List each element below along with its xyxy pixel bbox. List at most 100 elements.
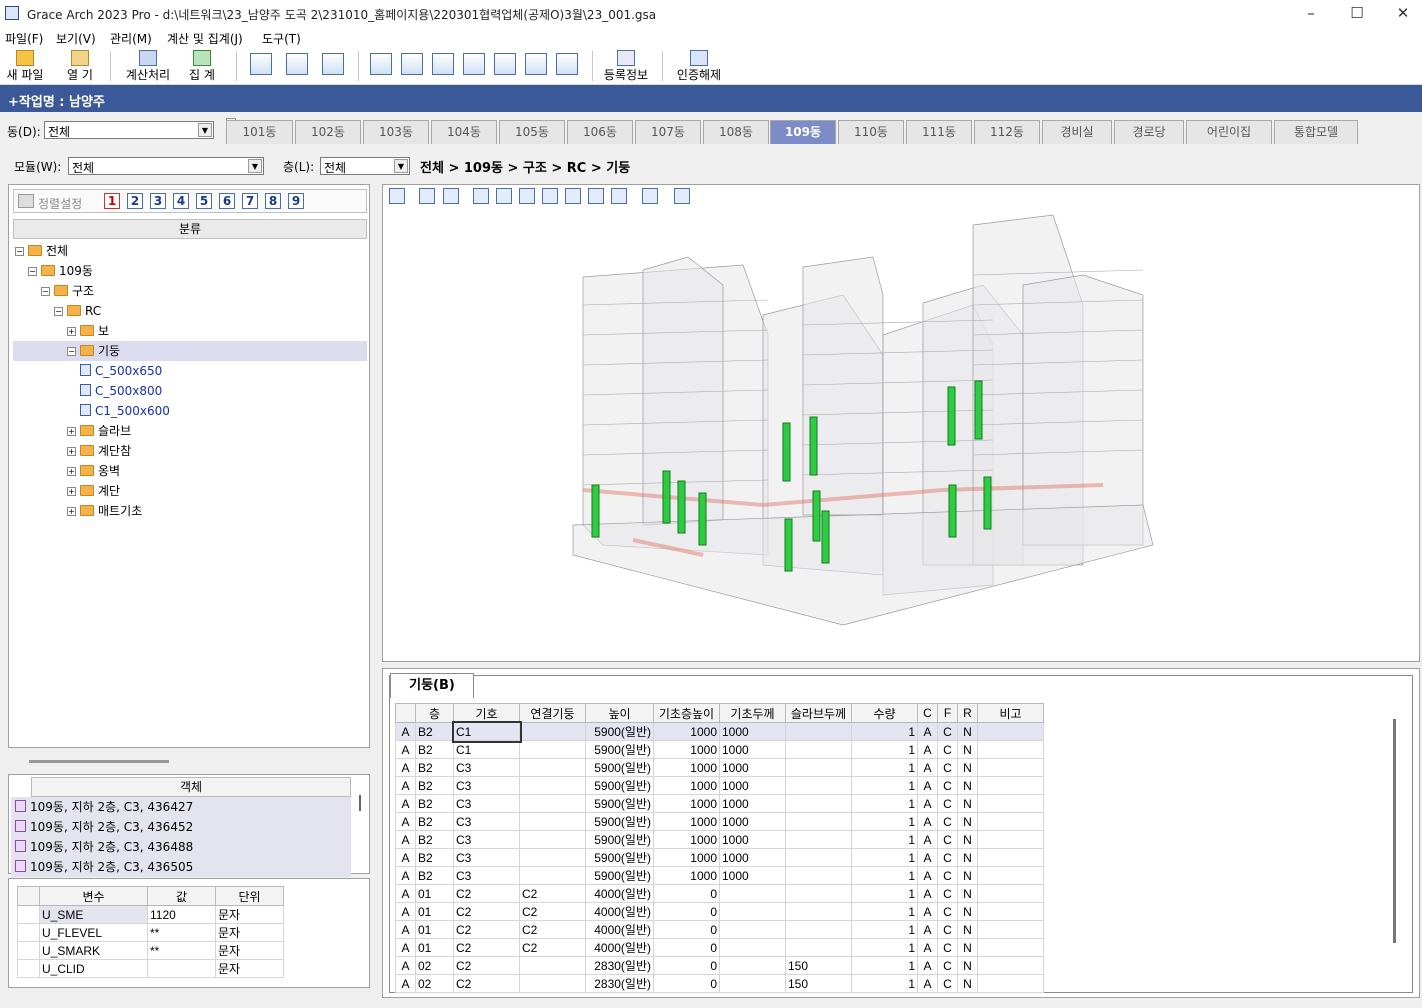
menu-tools[interactable]: 도구(T) [262,30,301,47]
table-row[interactable]: A 02 C2 2830(일반) 0 150 1 A C N [395,956,1044,975]
tab-16[interactable]: 통합모델 [1274,120,1358,144]
table-row[interactable]: A B2 C3 5900(일반) 1000 1000 1 A C N [395,758,1044,777]
cube-iso-icon[interactable] [611,188,627,204]
tree-icon[interactable] [443,188,459,204]
tool-icon-4[interactable] [463,53,485,75]
cube-top-icon[interactable] [565,188,581,204]
close-button[interactable]: ✕ [1380,0,1422,27]
tool-icon-2[interactable] [401,53,423,75]
column-header[interactable]: 연결기둥 [519,703,586,723]
collapse-icon[interactable]: − [41,287,50,296]
tab-8[interactable]: 108동 [703,120,769,144]
model-icon[interactable] [389,188,405,204]
new-file-button[interactable]: 새 파일 [3,49,47,83]
tab-12[interactable]: 112동 [974,120,1040,144]
table-row[interactable]: A B2 C3 5900(일반) 1000 1000 1 A C N [395,866,1044,885]
table-row[interactable]: A 01 C2 C2 4000(일반) 0 1 A C N [395,938,1044,957]
search-icon[interactable] [286,53,308,75]
sort-level-9[interactable]: 9 [288,193,304,209]
tree-node[interactable]: − 구조 [13,281,367,301]
auth-release-button[interactable]: 인증해제 [672,49,726,83]
expand-icon[interactable]: + [67,447,76,456]
tool-icon-6[interactable] [525,53,547,75]
cube-bottom-icon[interactable] [588,188,604,204]
table-row[interactable]: A B2 C3 5900(일반) 1000 1000 1 A C N [395,776,1044,795]
tab-15[interactable]: 어린이집 [1186,120,1272,144]
column-header[interactable]: 층 [415,703,454,723]
zoom-icon[interactable] [250,53,272,75]
tree-node[interactable]: + 매트기초 [13,501,367,521]
h-scrollbar[interactable] [29,760,169,763]
expand-icon[interactable]: + [67,327,76,336]
collapse-icon[interactable]: − [54,307,63,316]
tree-node[interactable]: C_500x800 [13,381,367,401]
calc-button[interactable]: 계산처리 [122,49,174,83]
tree-node[interactable]: − 전체 [13,241,367,261]
expand-icon[interactable]: + [67,467,76,476]
sort-level-6[interactable]: 6 [219,193,235,209]
dong-select[interactable]: 전체 ▼ [44,121,214,139]
tree-node[interactable]: + 슬라브 [13,421,367,441]
table-row[interactable]: A 01 C2 C2 4000(일반) 0 1 A C N [395,902,1044,921]
table-row[interactable]: A B2 C1 5900(일반) 1000 1000 1 A C N [395,740,1044,759]
menu-manage[interactable]: 관리(M) [110,30,152,47]
sort-level-1[interactable]: 1 [104,193,120,209]
tree-node[interactable]: C1_500x600 [13,401,367,421]
tree-node[interactable]: + 계단참 [13,441,367,461]
tab-14[interactable]: 경로당 [1114,120,1184,144]
variable-row[interactable]: U_SMARK ** 문자 [17,941,284,960]
maximize-button[interactable]: ☐ [1334,0,1380,27]
column-header[interactable]: 높이 [585,703,654,723]
tab-2[interactable]: 102동 [295,120,361,144]
tab-1[interactable]: 101동 [226,120,293,144]
v-scrollbar[interactable] [359,795,361,811]
column-header[interactable]: 기초층높이 [653,703,720,723]
table-row[interactable]: A 02 C2 2830(일반) 0 150 1 A C N [395,974,1044,993]
tool-icon-3[interactable] [432,53,454,75]
cube-back-icon[interactable] [496,188,512,204]
register-info-button[interactable]: 등록정보 [600,49,652,83]
sort-level-5[interactable]: 5 [196,193,212,209]
tab-3[interactable]: 103동 [363,120,429,144]
menu-file[interactable]: 파일(F) [5,30,43,47]
print-preview-icon[interactable] [322,53,344,75]
collapse-icon[interactable]: − [15,247,24,256]
menu-calc[interactable]: 계산 및 집계(J) [167,30,243,47]
tab-9[interactable]: 109동 [770,120,836,144]
tree-node[interactable]: − RC [13,301,367,321]
table-row[interactable]: A 01 C2 C2 4000(일반) 0 1 A C N [395,920,1044,939]
object-item[interactable]: 109동, 지하 2층, C3, 436427 [11,797,351,817]
tree-node[interactable]: + 계단 [13,481,367,501]
column-header[interactable]: C [917,703,938,723]
column-header[interactable]: R [957,703,978,723]
variable-row[interactable]: U_FLEVEL ** 문자 [17,923,284,942]
column-header[interactable]: 기호 [453,703,520,723]
building-3d-model[interactable] [383,185,1421,663]
menu-view[interactable]: 보기(V) [56,30,96,47]
minimize-button[interactable]: – [1288,0,1334,27]
tree-node[interactable]: + 옹벽 [13,461,367,481]
collapse-icon[interactable]: − [28,267,37,276]
tab-6[interactable]: 106동 [567,120,633,144]
table-row[interactable]: A 01 C2 C2 4000(일반) 0 1 A C N [395,884,1044,903]
column-header[interactable]: 수량 [851,703,918,723]
cube-front-icon[interactable] [473,188,489,204]
sort-level-4[interactable]: 4 [173,193,189,209]
tool-icon-7[interactable] [556,53,578,75]
table-row[interactable]: A B2 C3 5900(일반) 1000 1000 1 A C N [395,830,1044,849]
pencil-icon[interactable] [494,53,516,75]
sort-level-8[interactable]: 8 [265,193,281,209]
tab-column[interactable]: 기둥(B) [390,673,474,698]
column-header[interactable]: 비고 [977,703,1044,723]
refresh-icon[interactable] [419,188,435,204]
expand-icon[interactable]: + [67,507,76,516]
tree-node[interactable]: + 보 [13,321,367,341]
column-header[interactable]: 슬라브두께 [785,703,852,723]
sort-level-3[interactable]: 3 [150,193,166,209]
variable-row[interactable]: U_CLID 문자 [17,959,284,978]
tab-5[interactable]: 105동 [499,120,565,144]
tool-icon-1[interactable] [370,53,392,75]
floor-select[interactable]: 전체 ▼ [320,157,410,175]
list-icon[interactable] [642,188,658,204]
table-row[interactable]: A B2 C3 5900(일반) 1000 1000 1 A C N [395,848,1044,867]
